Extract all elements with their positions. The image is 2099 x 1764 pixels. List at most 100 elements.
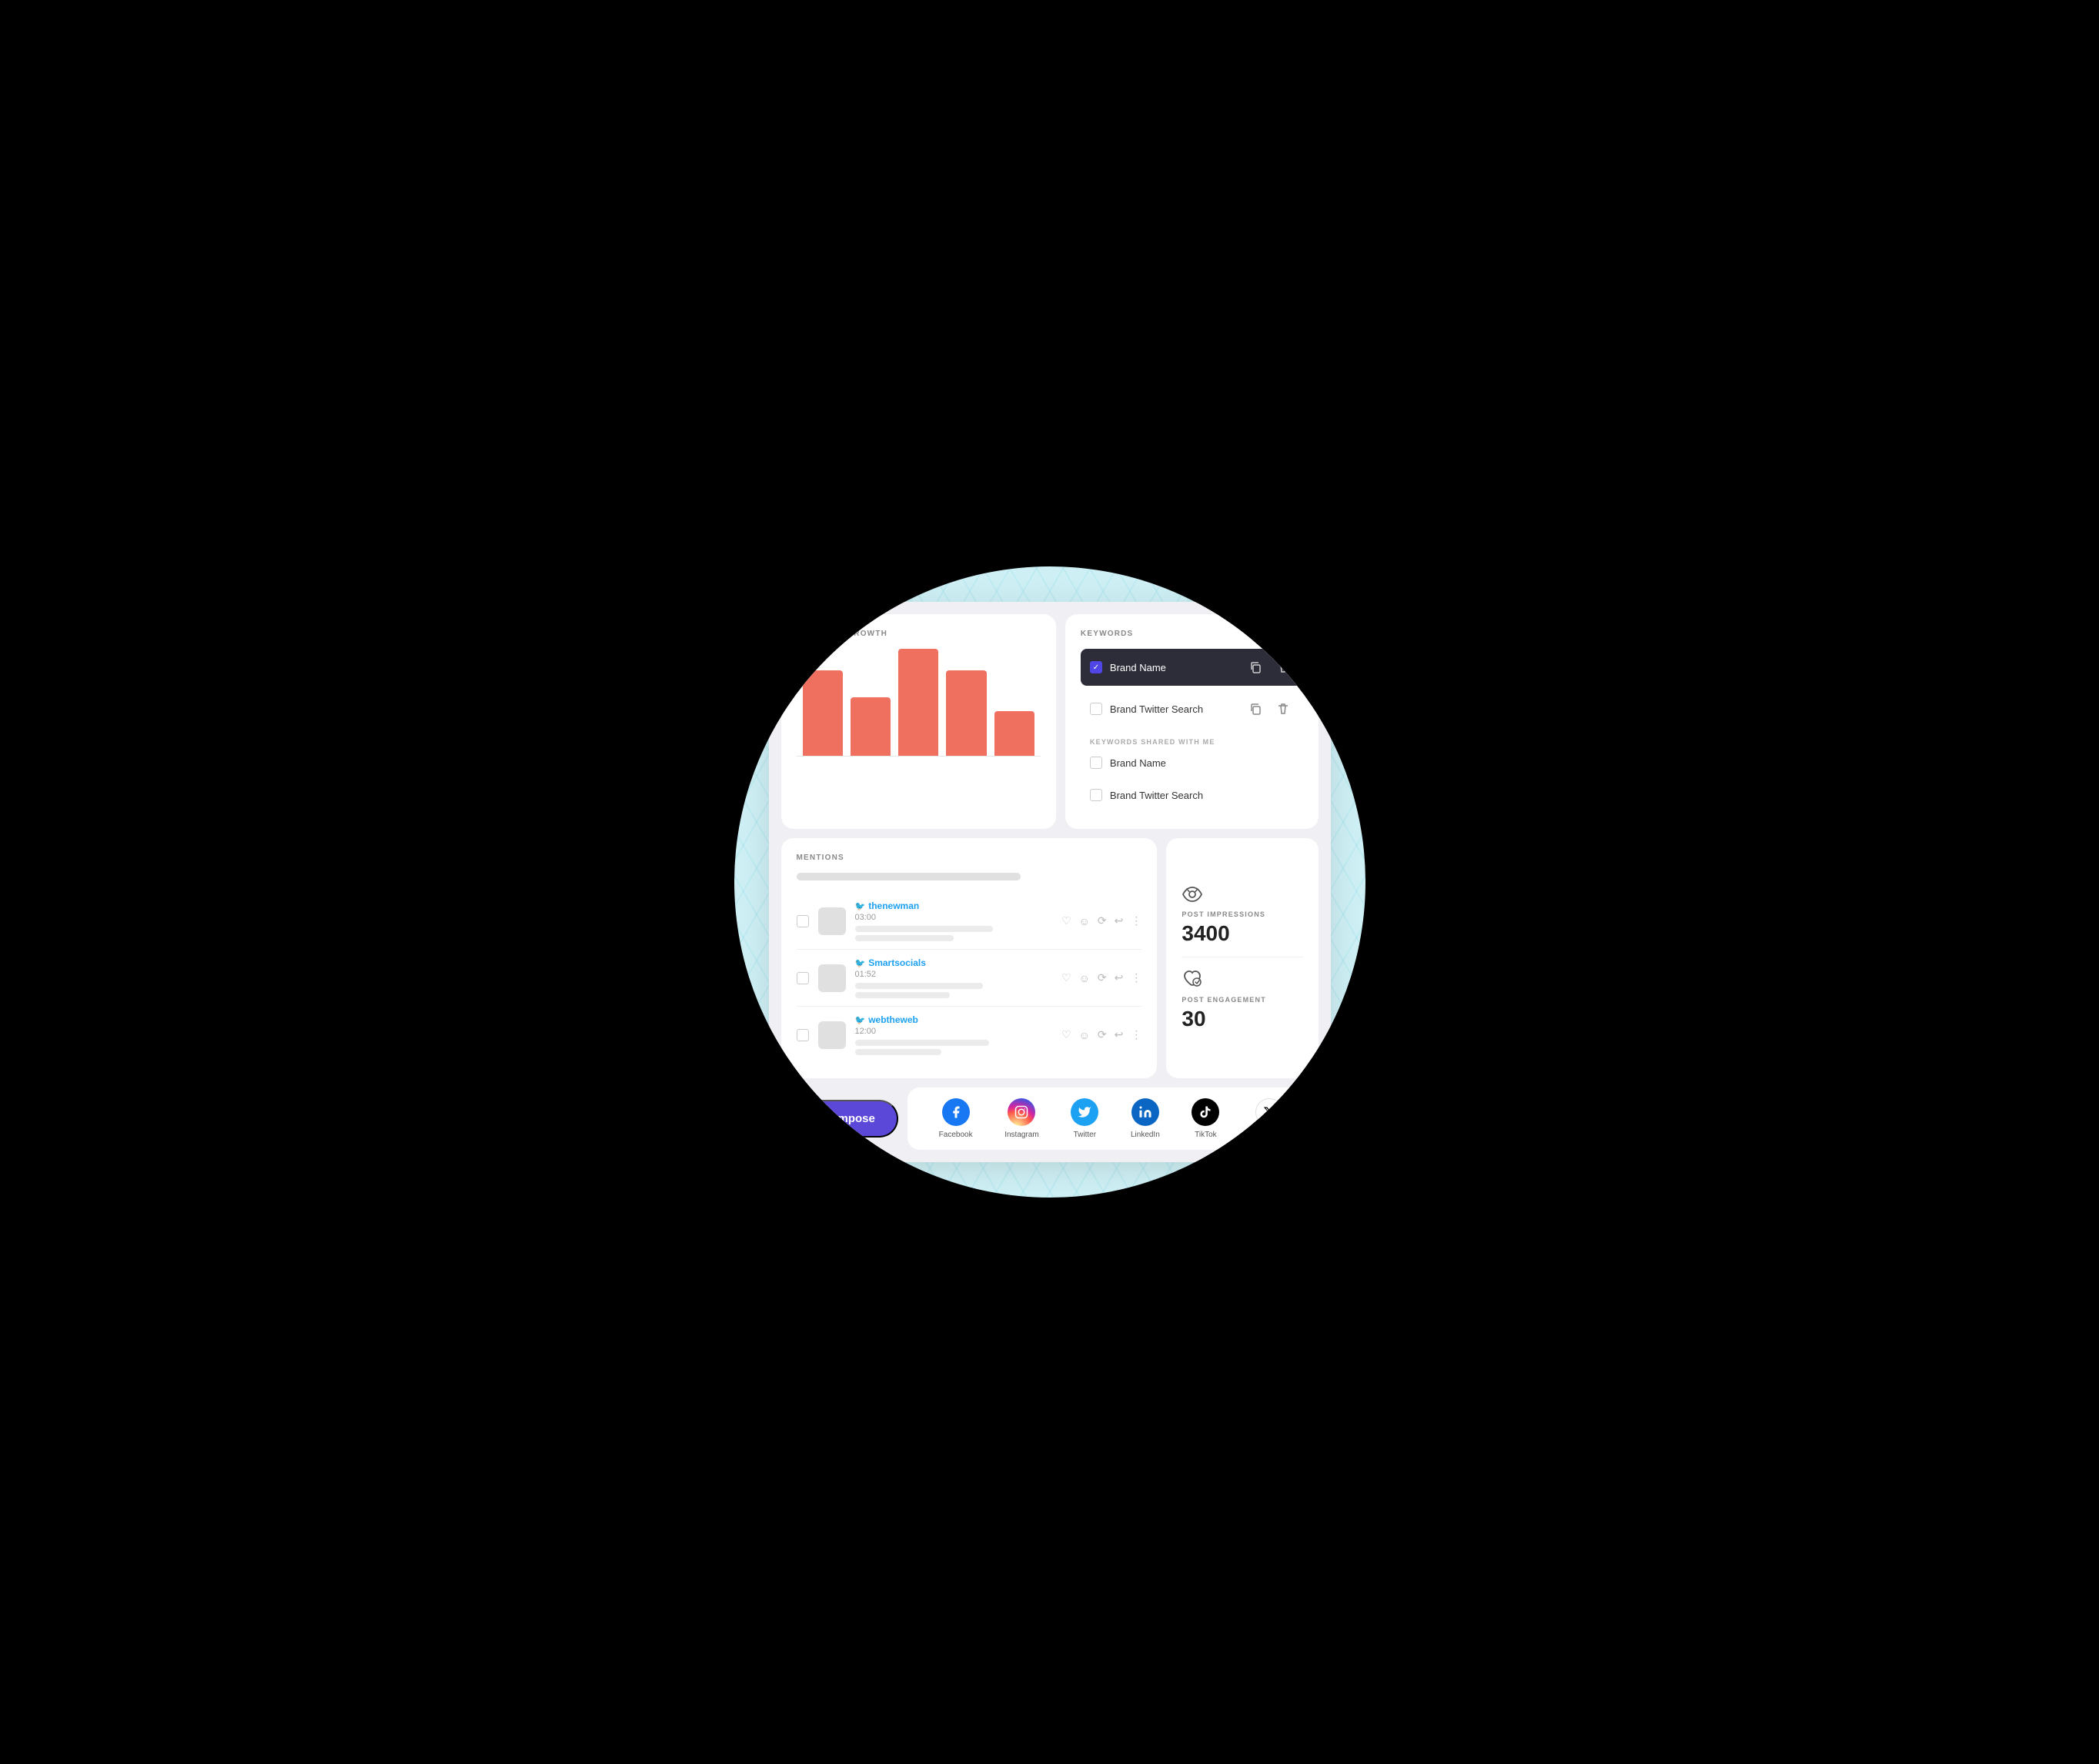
twitter-bird-icon-1: 🐦 (855, 901, 866, 911)
emoji-icon-3[interactable]: ☺ (1079, 1029, 1090, 1041)
emoji-icon-2[interactable]: ☺ (1079, 972, 1090, 984)
copy-keyword-twitter-button[interactable] (1245, 698, 1266, 720)
platform-facebook[interactable]: Facebook (939, 1098, 973, 1139)
post-impressions-stat: POST IMPRESSIONS 3400 (1182, 875, 1302, 957)
audience-growth-card: AUDIENCE GROWTH (781, 614, 1056, 829)
tiktok-label: TikTok (1195, 1131, 1217, 1139)
linkedin-icon (1131, 1098, 1159, 1126)
like-icon-3[interactable]: ♡ (1061, 1028, 1071, 1041)
mention-actions-1: ♡ ☺ ⟳ ↩ ⋮ (1061, 914, 1141, 927)
bar-4 (946, 670, 986, 756)
keywords-card: KEYWORDS ✓ Brand Name (1065, 614, 1319, 829)
keywords-title: KEYWORDS (1081, 630, 1303, 638)
mention-text-3 (855, 983, 984, 989)
platform-tiktok[interactable]: TikTok (1192, 1098, 1219, 1139)
twitter-icon (1071, 1098, 1098, 1126)
mention-checkbox-1[interactable] (797, 915, 809, 927)
keyword-row-brand-twitter[interactable]: Brand Twitter Search (1081, 690, 1303, 727)
keyword-actions-brand-name (1245, 656, 1294, 678)
keyword-label-shared-brand-name: Brand Name (1110, 757, 1294, 769)
x-twitter-label: X (Twitter) (1252, 1131, 1287, 1139)
mention-avatar-3 (818, 1021, 846, 1049)
impressions-icon (1182, 886, 1302, 907)
compose-label: Compose (823, 1112, 875, 1125)
mention-text-2 (855, 935, 954, 941)
mention-text-4 (855, 992, 950, 998)
post-engagement-value: 30 (1182, 1007, 1302, 1031)
mention-item-thenewman: 🐦 thenewman 03:00 ♡ ☺ ⟳ ↩ ⋮ (797, 893, 1142, 950)
keyword-checkbox-shared-brand-twitter[interactable] (1090, 789, 1102, 801)
mention-username-3: webtheweb (868, 1014, 918, 1025)
more-icon-1[interactable]: ⋮ (1131, 914, 1141, 927)
compose-button[interactable]: Compose (781, 1100, 898, 1138)
mentions-title: MENTIONS (797, 854, 1142, 862)
mention-user-3: 🐦 webtheweb (855, 1014, 1053, 1025)
mention-text-5 (855, 1040, 989, 1046)
mention-text-1 (855, 926, 994, 932)
mention-username-1: thenewman (868, 900, 919, 911)
mention-user-1: 🐦 thenewman (855, 900, 1053, 911)
twitter-bird-icon-3: 🐦 (855, 1015, 866, 1025)
social-platforms-card: Facebook Instagram (907, 1087, 1319, 1150)
keyword-label-brand-twitter: Brand Twitter Search (1110, 703, 1237, 715)
mention-username-2: Smartsocials (868, 957, 926, 968)
mention-time-3: 12:00 (855, 1027, 1053, 1036)
delete-keyword-button[interactable] (1272, 656, 1294, 678)
reply-icon-3[interactable]: ↩ (1115, 1028, 1124, 1041)
mention-content-3: 🐦 webtheweb 12:00 (855, 1014, 1053, 1055)
mention-avatar-1 (818, 907, 846, 935)
like-icon-1[interactable]: ♡ (1061, 914, 1071, 927)
like-icon-2[interactable]: ♡ (1061, 971, 1071, 984)
footer-row: Compose Facebook (781, 1087, 1319, 1150)
twitter-label: Twitter (1074, 1131, 1096, 1139)
audience-growth-title: AUDIENCE GROWTH (797, 630, 1041, 638)
mention-checkbox-3[interactable] (797, 1029, 809, 1041)
mention-avatar-2 (818, 964, 846, 992)
platform-twitter[interactable]: Twitter (1071, 1098, 1098, 1139)
reply-icon-2[interactable]: ↩ (1115, 971, 1124, 984)
bar-3 (898, 649, 938, 756)
stats-card: POST IMPRESSIONS 3400 POST ENGAGEMENT 30 (1166, 838, 1318, 1078)
engagement-icon (1182, 968, 1302, 993)
retweet-icon-1[interactable]: ⟳ (1098, 914, 1107, 927)
platform-linkedin[interactable]: LinkedIn (1131, 1098, 1160, 1139)
background-circle: AUDIENCE GROWTH KEYWORDS ✓ Brand Name (734, 566, 1365, 1198)
emoji-icon-1[interactable]: ☺ (1079, 915, 1090, 927)
keyword-checkbox-brand-name[interactable]: ✓ (1090, 661, 1102, 673)
mention-time-2: 01:52 (855, 970, 1053, 979)
keyword-row-shared-brand-name[interactable]: Brand Name (1081, 749, 1303, 777)
keyword-actions-brand-twitter (1245, 698, 1294, 720)
mention-time-1: 03:00 (855, 913, 1053, 922)
keyword-label-shared-brand-twitter: Brand Twitter Search (1110, 790, 1294, 801)
bar-5 (994, 711, 1034, 756)
x-twitter-icon (1255, 1098, 1283, 1126)
reply-icon-1[interactable]: ↩ (1115, 914, 1124, 927)
instagram-label: Instagram (1004, 1131, 1038, 1139)
mentions-card: MENTIONS 🐦 thenewman 03:00 (781, 838, 1158, 1078)
mention-item-webtheweb: 🐦 webtheweb 12:00 ♡ ☺ ⟳ ↩ ⋮ (797, 1007, 1142, 1063)
post-impressions-value: 3400 (1182, 921, 1302, 946)
mention-user-2: 🐦 Smartsocials (855, 957, 1053, 968)
keyword-checkbox-shared-brand-name[interactable] (1090, 757, 1102, 769)
retweet-icon-3[interactable]: ⟳ (1098, 1028, 1107, 1041)
mention-actions-2: ♡ ☺ ⟳ ↩ ⋮ (1061, 971, 1141, 984)
facebook-icon (942, 1098, 970, 1126)
post-impressions-label: POST IMPRESSIONS (1182, 910, 1302, 918)
mention-checkbox-2[interactable] (797, 972, 809, 984)
keywords-shared-section-label: KEYWORDS SHARED WITH ME (1081, 732, 1303, 749)
keyword-row-brand-name-active[interactable]: ✓ Brand Name (1081, 649, 1303, 686)
main-dashboard-card: AUDIENCE GROWTH KEYWORDS ✓ Brand Name (769, 602, 1331, 1162)
keyword-row-shared-brand-twitter[interactable]: Brand Twitter Search (1081, 781, 1303, 809)
copy-keyword-button[interactable] (1245, 656, 1266, 678)
more-icon-3[interactable]: ⋮ (1131, 1028, 1141, 1041)
delete-keyword-twitter-button[interactable] (1272, 698, 1294, 720)
platform-instagram[interactable]: Instagram (1004, 1098, 1038, 1139)
keyword-checkbox-brand-twitter[interactable] (1090, 703, 1102, 715)
tiktok-icon (1192, 1098, 1219, 1126)
mention-text-6 (855, 1049, 942, 1055)
compose-pencil-icon (804, 1113, 817, 1125)
retweet-icon-2[interactable]: ⟳ (1098, 971, 1107, 984)
mention-content-2: 🐦 Smartsocials 01:52 (855, 957, 1053, 998)
platform-x-twitter[interactable]: X (Twitter) (1252, 1098, 1287, 1139)
more-icon-2[interactable]: ⋮ (1131, 971, 1141, 984)
